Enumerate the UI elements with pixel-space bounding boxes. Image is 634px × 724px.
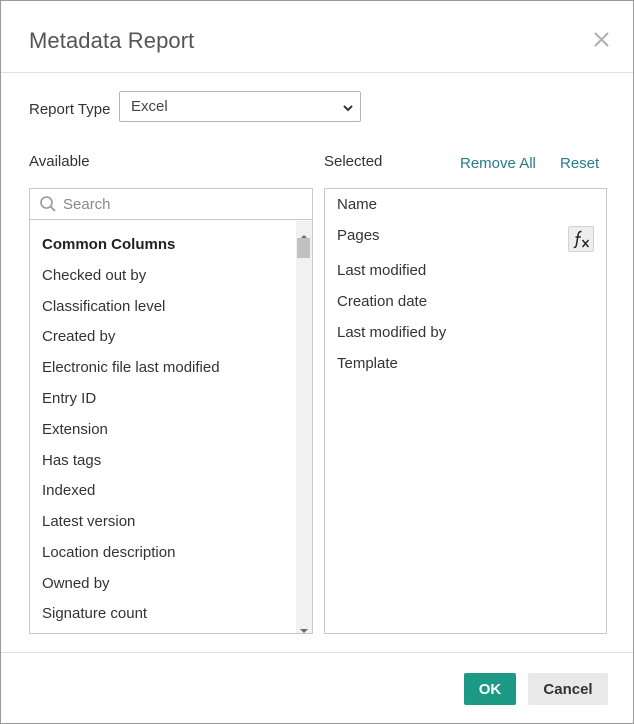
search-input[interactable]	[61, 193, 301, 215]
dialog-header: Metadata Report	[1, 1, 633, 73]
selected-item[interactable]: Pages	[337, 227, 380, 244]
metadata-report-dialog: Metadata Report Report Type Excel Availa…	[0, 0, 634, 724]
selected-item[interactable]: Last modified	[337, 262, 426, 279]
available-list-box: Common Columns Checked out by Classifica…	[29, 188, 313, 634]
list-item[interactable]: Classification level	[42, 298, 165, 315]
list-item[interactable]: Location description	[42, 544, 175, 561]
available-scrollbar[interactable]	[296, 221, 312, 633]
dialog-title: Metadata Report	[29, 28, 195, 53]
reset-link[interactable]: Reset	[560, 155, 599, 172]
search-icon	[39, 195, 57, 218]
close-icon	[594, 32, 609, 47]
report-type-select[interactable]: Excel	[119, 91, 361, 122]
list-item[interactable]: Entry ID	[42, 390, 96, 407]
report-type-value: Excel	[131, 98, 168, 115]
list-item[interactable]: Checked out by	[42, 267, 146, 284]
selected-item[interactable]: Last modified by	[337, 324, 446, 341]
selected-item[interactable]: Name	[337, 196, 377, 213]
list-header-common-columns: Common Columns	[42, 236, 176, 253]
list-item[interactable]: Extension	[42, 421, 108, 438]
selected-item[interactable]: Creation date	[337, 293, 427, 310]
close-button[interactable]	[591, 29, 613, 51]
cancel-button[interactable]: Cancel	[528, 673, 608, 705]
list-item[interactable]: Electronic file last modified	[42, 359, 220, 376]
formula-button[interactable]	[568, 226, 594, 252]
available-label: Available	[29, 153, 90, 170]
selected-item[interactable]: Template	[337, 355, 398, 372]
list-item[interactable]: Signature count	[42, 605, 147, 622]
list-item[interactable]: Created by	[42, 328, 115, 345]
chevron-down-icon	[342, 101, 354, 119]
search-box	[30, 189, 312, 220]
selected-list-box: Name Pages Last modified Creation date L…	[324, 188, 607, 634]
scroll-down-icon[interactable]	[300, 621, 308, 639]
available-list: Common Columns Checked out by Classifica…	[30, 221, 296, 633]
list-item[interactable]: Has tags	[42, 452, 101, 469]
list-item[interactable]: Latest version	[42, 513, 135, 530]
list-item[interactable]: Owned by	[42, 575, 110, 592]
report-type-label: Report Type	[29, 101, 111, 118]
list-item[interactable]: Indexed	[42, 482, 95, 499]
selected-label: Selected	[324, 153, 383, 170]
dialog-footer: OK Cancel	[1, 652, 633, 724]
function-icon	[573, 230, 590, 249]
ok-button[interactable]: OK	[464, 673, 516, 705]
scroll-thumb[interactable]	[297, 238, 310, 258]
remove-all-link[interactable]: Remove All	[460, 155, 536, 172]
